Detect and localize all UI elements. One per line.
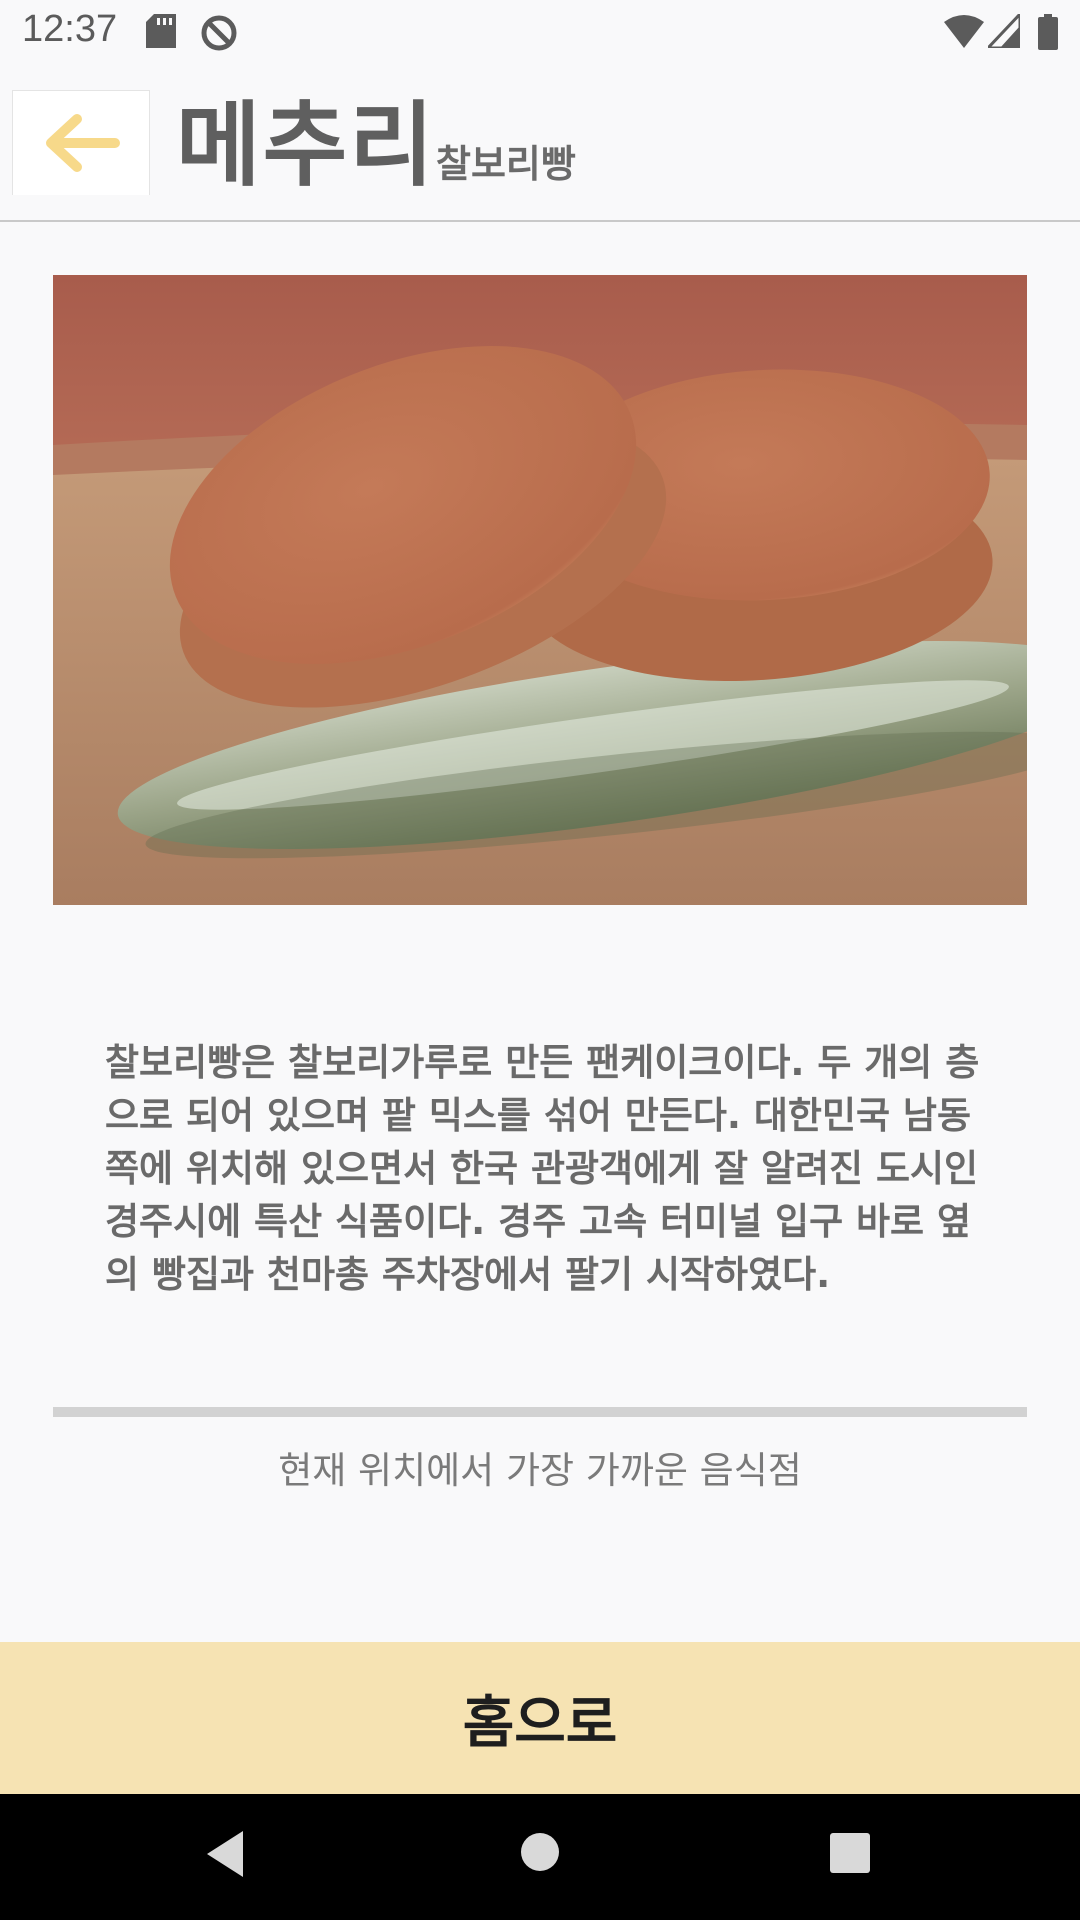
home-button-label: 홈으로 <box>462 1690 618 1756</box>
page-title: 메추리 <box>176 92 436 199</box>
nearby-restaurant-link[interactable]: 현재 위치에서 가장 가까운 음식점 <box>0 1440 1080 1494</box>
system-nav-bar <box>0 1794 1080 1920</box>
back-arrow-icon <box>46 114 120 172</box>
nav-recents-icon[interactable] <box>830 1833 870 1873</box>
app-header: 메추리 찰보리빵 <box>0 88 1080 222</box>
sync-icon <box>201 15 237 51</box>
page-subtitle: 찰보리빵 <box>436 142 576 186</box>
nav-home-icon[interactable] <box>520 1832 560 1872</box>
home-button[interactable]: 홈으로 <box>0 1642 1080 1794</box>
food-description: 찰보리빵은 찰보리가루로 만든 팬케이크이다. 두 개의 층으로 되어 있으며 … <box>105 1041 980 1296</box>
nav-back-icon[interactable] <box>203 1829 247 1879</box>
food-image <box>53 275 1027 905</box>
signal-icon <box>988 14 1020 48</box>
divider <box>53 1407 1027 1417</box>
back-button[interactable] <box>12 90 150 195</box>
status-time: 12:37 <box>22 8 118 50</box>
status-bar: 12:37 <box>0 0 1080 64</box>
wifi-icon <box>944 15 984 48</box>
battery-icon <box>1038 14 1058 50</box>
sd-card-icon <box>146 14 176 48</box>
